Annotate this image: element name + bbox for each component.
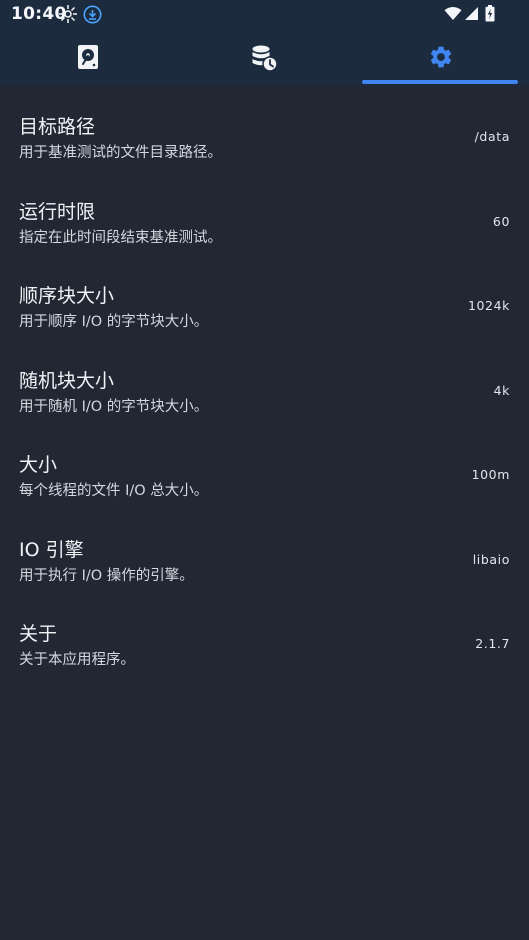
setting-value: 100m [471, 467, 510, 482]
download-icon [83, 5, 102, 28]
setting-description: 用于顺序 I/O 的字节块大小。 [19, 314, 209, 330]
setting-run-time[interactable]: 运行时限 指定在此时间段结束基准测试。 60 [0, 171, 529, 255]
tab-settings[interactable] [353, 30, 529, 86]
setting-value: 2.1.7 [475, 636, 510, 651]
active-tab-indicator [362, 80, 518, 84]
setting-seq-block-size[interactable]: 顺序块大小 用于顺序 I/O 的字节块大小。 1024k [0, 255, 529, 339]
setting-about[interactable]: 关于 关于本应用程序。 2.1.7 [0, 593, 529, 677]
setting-value: 1024k [467, 298, 510, 313]
setting-title: 大小 [19, 454, 58, 476]
setting-title: 关于 [19, 623, 58, 645]
status-bar: 10:40 [0, 0, 529, 30]
setting-target-path[interactable]: 目标路径 用于基准测试的文件目录路径。 /data [0, 86, 529, 170]
setting-rand-block-size[interactable]: 随机块大小 用于随机 I/O 的字节块大小。 4k [0, 340, 529, 424]
weather-burst-icon [58, 4, 78, 28]
setting-title: 顺序块大小 [19, 285, 115, 307]
tab-bar [0, 30, 529, 86]
setting-title: 随机块大小 [19, 370, 115, 392]
setting-value: 60 [492, 214, 510, 229]
setting-value: 4k [493, 383, 510, 398]
setting-value: libaio [472, 552, 510, 567]
setting-value: /data [474, 129, 510, 144]
setting-io-engine[interactable]: IO 引擎 用于执行 I/O 操作的引擎。 libaio [0, 509, 529, 593]
tab-disk[interactable] [0, 30, 176, 86]
setting-description: 每个线程的文件 I/O 总大小。 [19, 483, 209, 499]
database-history-icon [252, 45, 278, 72]
signal-icon [464, 6, 479, 25]
setting-description: 用于执行 I/O 操作的引擎。 [19, 568, 194, 584]
setting-description: 关于本应用程序。 [19, 652, 135, 668]
disk-icon [78, 45, 98, 69]
settings-gear-icon [430, 46, 452, 68]
setting-description: 用于随机 I/O 的字节块大小。 [19, 399, 209, 415]
setting-title: 运行时限 [19, 201, 96, 223]
setting-description: 用于基准测试的文件目录路径。 [19, 145, 222, 161]
battery-charging-icon [485, 5, 495, 26]
setting-description: 指定在此时间段结束基准测试。 [19, 230, 222, 246]
setting-size[interactable]: 大小 每个线程的文件 I/O 总大小。 100m [0, 424, 529, 508]
wifi-icon [444, 6, 462, 25]
setting-title: 目标路径 [19, 116, 96, 138]
tab-history[interactable] [176, 30, 352, 86]
top-app-bar: 10:40 [0, 0, 529, 86]
setting-title: IO 引擎 [19, 539, 84, 561]
